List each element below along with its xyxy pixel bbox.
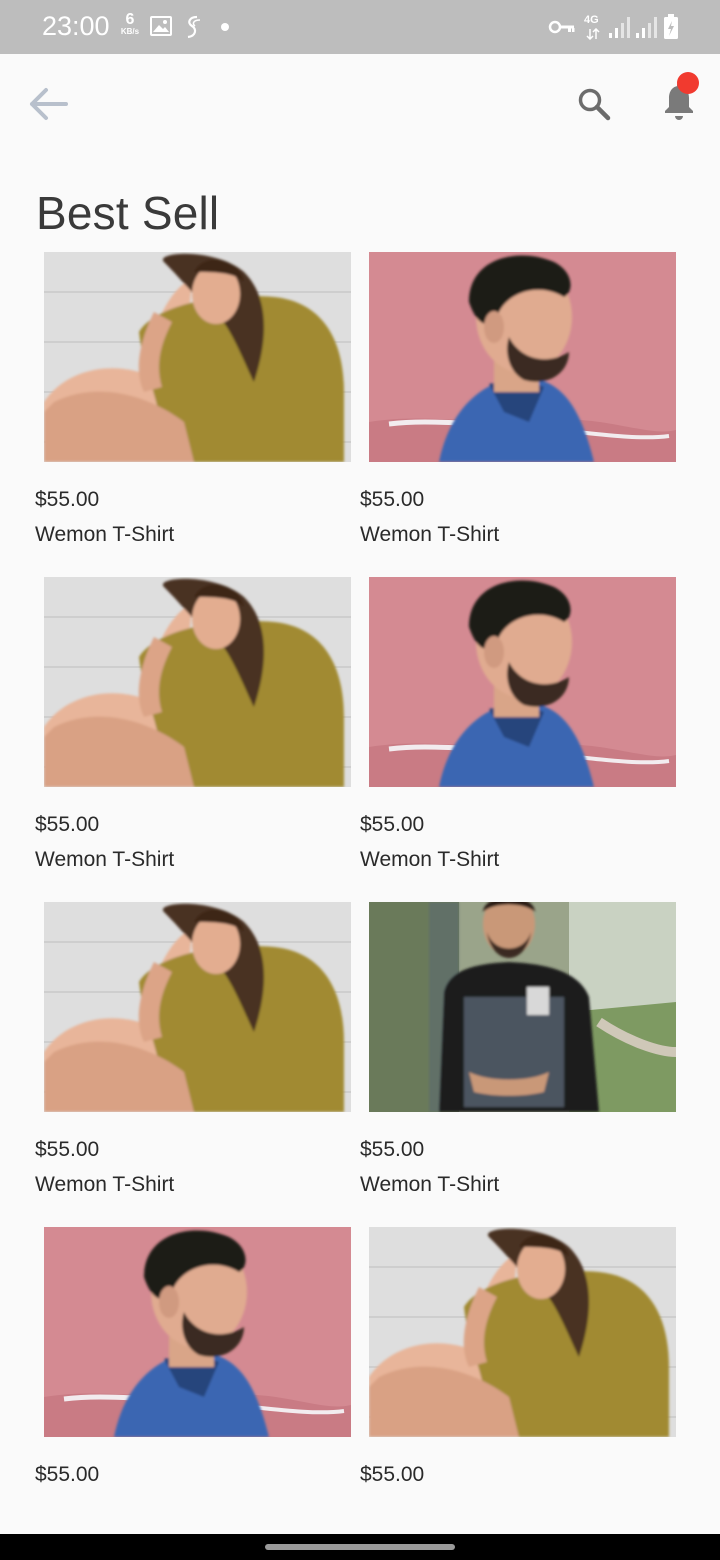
product-card[interactable]: $55.00 Wemon T-Shirt	[35, 252, 360, 577]
arrow-back-icon	[30, 88, 68, 120]
product-price: $55.00	[35, 1138, 100, 1161]
product-price: $55.00	[35, 813, 100, 836]
signal-icon	[609, 17, 630, 38]
network-type: 4G	[584, 14, 599, 26]
vpn-key-icon	[548, 20, 575, 34]
battery-charging-icon	[664, 14, 678, 39]
product-image	[44, 1227, 351, 1437]
product-price: $55.00	[360, 1463, 425, 1486]
notification-badge	[677, 72, 699, 94]
search-icon	[578, 88, 611, 121]
network-arrows-icon	[586, 28, 600, 40]
network-speed: 6 KB/s	[115, 12, 145, 36]
page-title: Best Sell	[36, 187, 220, 239]
sync-icon	[187, 15, 201, 39]
network-speed-unit: KB/s	[120, 27, 140, 36]
product-image	[369, 577, 676, 787]
app-bar	[0, 54, 720, 154]
product-image	[44, 902, 351, 1112]
product-price: $55.00	[35, 488, 100, 511]
product-card[interactable]: $55.00 Wemon T-Shirt	[360, 577, 685, 902]
product-price: $55.00	[360, 813, 425, 836]
product-name: Wemon T-Shirt	[360, 1173, 500, 1196]
product-image	[369, 252, 676, 462]
navigation-bar	[0, 1534, 720, 1560]
product-name: Wemon T-Shirt	[360, 523, 500, 546]
notification-button[interactable]	[655, 72, 703, 126]
back-button[interactable]	[24, 82, 72, 126]
search-button[interactable]	[570, 80, 618, 128]
product-name: Wemon T-Shirt	[35, 1173, 175, 1196]
product-image	[369, 902, 676, 1112]
product-image	[44, 577, 351, 787]
product-price: $55.00	[360, 1138, 425, 1161]
product-card[interactable]: $55.00 Wemon T-Shirt	[360, 252, 685, 577]
product-image	[44, 252, 351, 462]
network-speed-value: 6	[125, 11, 135, 28]
image-icon	[150, 16, 172, 36]
status-bar: 23:00 6 KB/s 4G	[0, 0, 720, 54]
status-time: 23:00	[42, 11, 110, 41]
product-card[interactable]: $55.00	[360, 1227, 685, 1552]
product-card[interactable]: $55.00 Wemon T-Shirt	[360, 902, 685, 1227]
product-name: Wemon T-Shirt	[35, 848, 175, 871]
signal-icon	[636, 17, 657, 38]
product-price: $55.00	[35, 1463, 100, 1486]
home-gesture-handle[interactable]	[265, 1544, 455, 1550]
product-card[interactable]: $55.00 Wemon T-Shirt	[35, 577, 360, 902]
product-name: Wemon T-Shirt	[360, 848, 500, 871]
product-price: $55.00	[360, 488, 425, 511]
product-card[interactable]: $55.00 Wemon T-Shirt	[35, 902, 360, 1227]
product-name: Wemon T-Shirt	[35, 523, 175, 546]
product-card[interactable]: $55.00	[35, 1227, 360, 1552]
dot-icon	[221, 23, 229, 31]
product-image	[369, 1227, 676, 1437]
